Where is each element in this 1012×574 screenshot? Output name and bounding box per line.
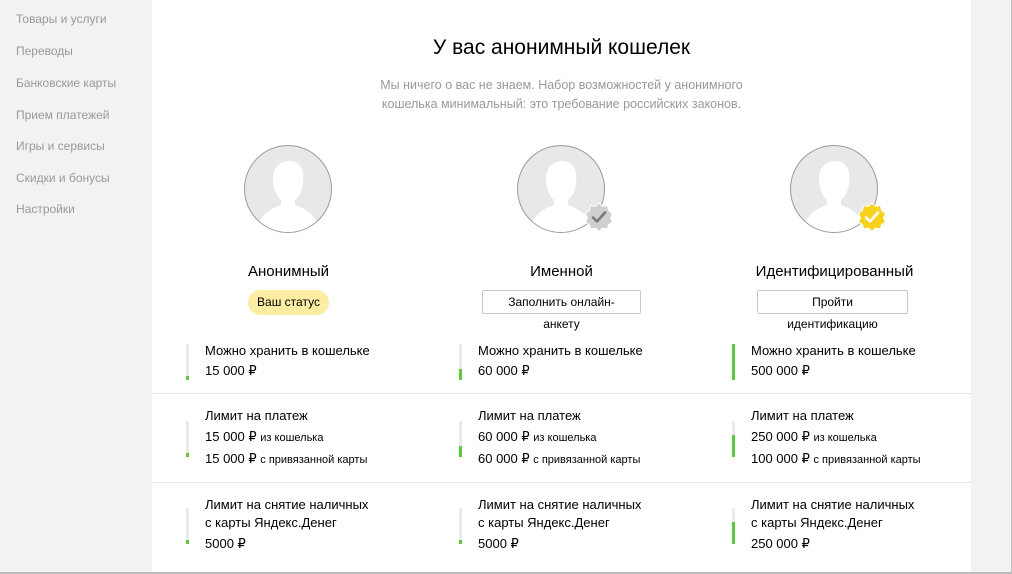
payment-level-fill (459, 446, 462, 457)
storage-level-fill (459, 369, 462, 380)
cash-label-line-2: с карты Яндекс.Денег (478, 515, 610, 530)
payment-label: Лимит на платеж (478, 408, 581, 423)
sidebar-item-goods-services[interactable]: Товары и услуги (16, 12, 107, 26)
pass-identification-button[interactable]: Пройти идентификацию (757, 290, 908, 331)
sidebar-item-accept-payments[interactable]: Прием платежей (16, 108, 109, 122)
payment-wallet-line: 250 000 ₽ из кошелька (751, 429, 877, 445)
sidebar-item-transfers[interactable]: Переводы (16, 44, 73, 58)
payment-row-named: Лимит на платеж 60 000 ₽ из кошелька 60 … (425, 407, 698, 469)
payment-wallet-value: 15 000 ₽ (205, 429, 257, 444)
payment-card-line: 60 000 ₽ с привязанной карты (478, 451, 640, 467)
sidebar-item-games-services[interactable]: Игры и сервисы (16, 139, 105, 153)
cash-level-bar-identified (732, 508, 735, 544)
storage-row-anonymous: Можно хранить в кошельке 15 000 ₽ (152, 342, 425, 382)
tier-name-anonymous: Анонимный (247, 263, 330, 280)
payment-level-fill (186, 453, 189, 457)
fill-online-form-button[interactable]: Заполнить онлайн-анкету (482, 290, 641, 331)
grey-check-badge-icon (584, 202, 614, 232)
storage-label: Можно хранить в кошельке (751, 343, 916, 358)
storage-level-bar-anonymous (186, 344, 189, 380)
payment-row-identified: Лимит на платеж 250 000 ₽ из кошелька 10… (698, 407, 971, 469)
payment-card-line: 100 000 ₽ с привязанной карты (751, 451, 921, 467)
storage-value: 60 000 ₽ (478, 363, 530, 378)
payment-level-fill (732, 435, 735, 457)
main-content: У вас анонимный кошелек Мы ничего о вас … (152, 0, 971, 572)
tier-column-anonymous: Анонимный Ваш статус Можно хранить в кош… (152, 0, 425, 572)
payment-label: Лимит на платеж (205, 408, 308, 423)
cash-label-line-1: Лимит на снятие наличных (751, 497, 915, 512)
payment-level-bar-anonymous (186, 421, 189, 457)
payment-level-bar-identified (732, 421, 735, 457)
payment-card-note: с привязанной карты (260, 454, 368, 466)
storage-row-named: Можно хранить в кошельке 60 000 ₽ (425, 342, 698, 382)
tier-name-named: Именной (530, 263, 593, 280)
payment-card-line: 15 000 ₽ с привязанной карты (205, 451, 367, 467)
payment-card-note: с привязанной карты (813, 454, 921, 466)
cash-level-fill (186, 540, 189, 544)
payment-wallet-value: 60 000 ₽ (478, 429, 530, 444)
payment-row-anonymous: Лимит на платеж 15 000 ₽ из кошелька 15 … (152, 407, 425, 469)
payment-wallet-value: 250 000 ₽ (751, 429, 810, 444)
cash-row-anonymous: Лимит на снятие наличных с карты Яндекс.… (152, 496, 425, 556)
payment-card-value: 100 000 ₽ (751, 451, 810, 466)
tier-name-identified: Идентифицированный (755, 263, 914, 280)
payment-label: Лимит на платеж (751, 408, 854, 423)
storage-value: 15 000 ₽ (205, 363, 257, 378)
payment-wallet-line: 60 000 ₽ из кошелька (478, 429, 596, 445)
cash-value: 5000 ₽ (205, 536, 246, 551)
payment-card-value: 15 000 ₽ (205, 451, 257, 466)
cash-label-line-2: с карты Яндекс.Денег (751, 515, 883, 530)
avatar-anonymous (244, 145, 332, 233)
sidebar-item-settings[interactable]: Настройки (16, 202, 75, 216)
storage-label: Можно хранить в кошельке (205, 343, 370, 358)
cash-label-line-2: с карты Яндекс.Денег (205, 515, 337, 530)
storage-label: Можно хранить в кошельке (478, 343, 643, 358)
payment-wallet-note: из кошелька (533, 432, 597, 444)
payment-card-note: с привязанной карты (533, 454, 641, 466)
storage-level-bar-named (459, 344, 462, 380)
cash-row-named: Лимит на снятие наличных с карты Яндекс.… (425, 496, 698, 556)
tier-column-named: Именной Заполнить онлайн-анкету Можно хр… (425, 0, 698, 572)
cash-label-line-1: Лимит на снятие наличных (205, 497, 369, 512)
cash-value: 5000 ₽ (478, 536, 519, 551)
tier-column-identified: Идентифицированный Пройти идентификацию … (698, 0, 971, 572)
gold-check-badge-icon (857, 202, 887, 232)
cash-row-identified: Лимит на снятие наличных с карты Яндекс.… (698, 496, 971, 556)
cash-level-fill (459, 540, 462, 544)
sidebar: Товары и услуги Переводы Банковские карт… (0, 0, 152, 574)
storage-level-fill (186, 376, 189, 380)
current-status-badge: Ваш статус (248, 290, 329, 315)
sidebar-item-bank-cards[interactable]: Банковские карты (16, 76, 116, 90)
payment-card-value: 60 000 ₽ (478, 451, 530, 466)
cash-level-bar-named (459, 508, 462, 544)
payment-wallet-line: 15 000 ₽ из кошелька (205, 429, 323, 445)
payment-wallet-note: из кошелька (813, 432, 877, 444)
cash-value: 250 000 ₽ (751, 536, 810, 551)
cash-level-bar-anonymous (186, 508, 189, 544)
person-silhouette-icon (255, 161, 321, 232)
storage-level-fill (732, 344, 735, 380)
sidebar-item-discounts-bonuses[interactable]: Скидки и бонусы (16, 171, 110, 185)
cash-label-line-1: Лимит на снятие наличных (478, 497, 642, 512)
cash-level-fill (732, 522, 735, 544)
payment-level-bar-named (459, 421, 462, 457)
storage-value: 500 000 ₽ (751, 363, 810, 378)
storage-level-bar-identified (732, 344, 735, 380)
storage-row-identified: Можно хранить в кошельке 500 000 ₽ (698, 342, 971, 382)
window-frame: Товары и услуги Переводы Банковские карт… (0, 0, 1012, 574)
payment-wallet-note: из кошелька (260, 432, 324, 444)
